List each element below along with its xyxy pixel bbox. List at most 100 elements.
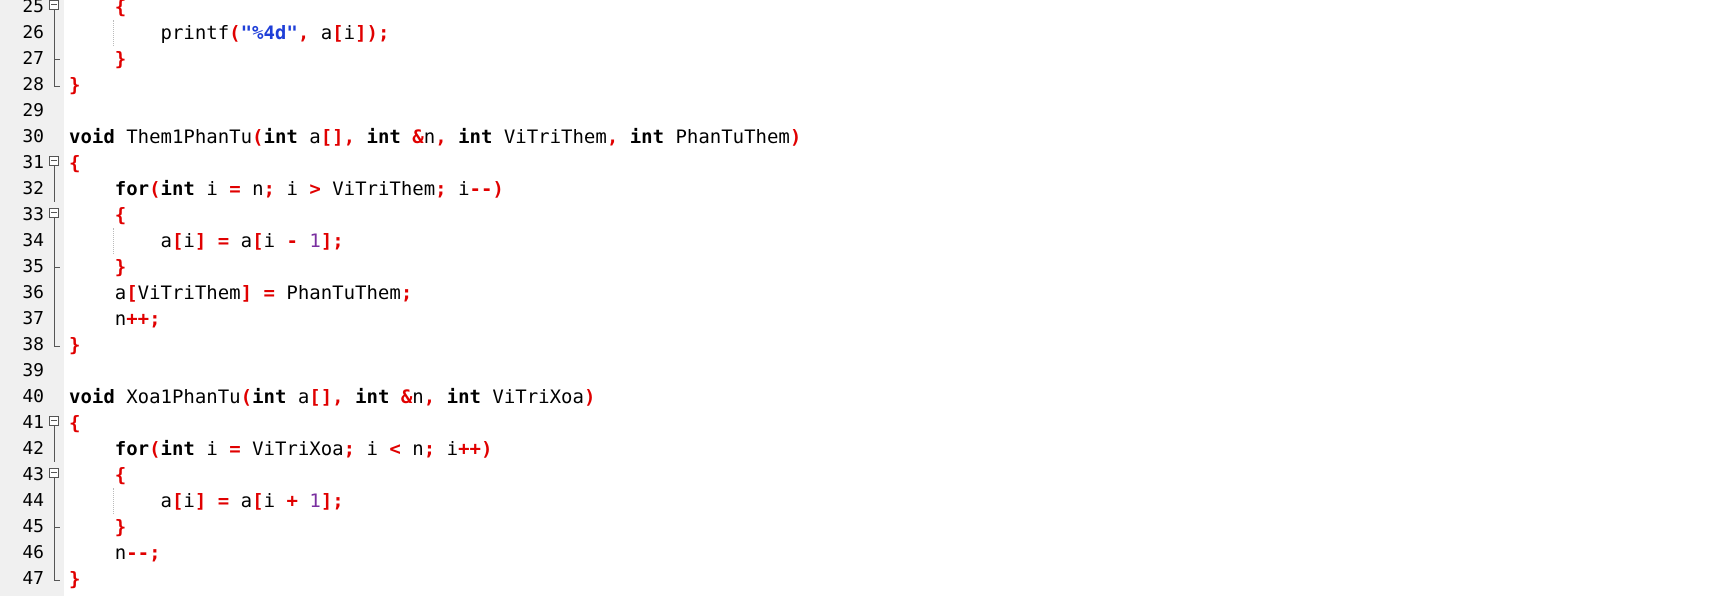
line-number: 42: [22, 438, 44, 459]
code-text[interactable]: {: [69, 202, 126, 228]
code-text[interactable]: {: [69, 462, 126, 488]
code-line[interactable]: 36 a[ViTriThem] = PhanTuThem;: [0, 280, 1721, 306]
fold-guide: [48, 358, 62, 384]
operator-token: [],: [320, 126, 356, 148]
identifier-token: i: [446, 178, 470, 200]
identifier-token: a: [229, 230, 253, 252]
operator-token: [],: [309, 386, 344, 408]
code-text[interactable]: }: [69, 46, 126, 72]
operator-token: &: [412, 126, 424, 148]
code-line[interactable]: 47}: [0, 566, 1721, 592]
code-line[interactable]: 38}: [0, 332, 1721, 358]
code-text[interactable]: printf("%4d", a[i]);: [69, 20, 390, 46]
operator-token: }: [114, 516, 127, 538]
code-text[interactable]: for(int i = ViTriXoa; i < n; i++): [69, 436, 493, 462]
fold-guide: [48, 436, 62, 462]
code-line[interactable]: 25 {: [0, 0, 1721, 20]
code-line[interactable]: 46 n--;: [0, 540, 1721, 566]
code-text[interactable]: a[i] = a[i - 1];: [69, 228, 344, 254]
code-line[interactable]: 29: [0, 98, 1721, 124]
operator-token: [: [332, 22, 344, 44]
operator-token: (: [149, 438, 161, 460]
identifier-token: a: [69, 230, 172, 252]
code-line[interactable]: 43 {: [0, 462, 1721, 488]
code-text[interactable]: }: [69, 514, 126, 540]
code-line[interactable]: 39: [0, 358, 1721, 384]
code-line[interactable]: 41 {: [0, 410, 1721, 436]
code-line[interactable]: 42 for(int i = ViTriXoa; i < n; i++): [0, 436, 1721, 462]
operator-token: [: [252, 490, 264, 512]
line-number: 37: [22, 308, 44, 329]
code-line[interactable]: 37 n++;: [0, 306, 1721, 332]
fold-toggle-icon[interactable]: [48, 0, 62, 20]
code-line[interactable]: 34 a[i] = a[i - 1];: [0, 228, 1721, 254]
operator-token: =: [263, 282, 275, 304]
line-number: 31: [22, 152, 44, 173]
keyword-token: int: [252, 386, 287, 408]
keyword-token: int: [446, 386, 481, 408]
code-text[interactable]: void Xoa1PhanTu(int a[], int &n, int ViT…: [69, 384, 595, 410]
code-text[interactable]: n--;: [69, 540, 161, 566]
code-text[interactable]: for(int i = n; i > ViTriThem; i--): [69, 176, 504, 202]
fold-toggle-icon[interactable]: [48, 410, 62, 436]
fold-guide: [48, 280, 62, 306]
code-line[interactable]: 44 a[i] = a[i + 1];: [0, 488, 1721, 514]
code-line[interactable]: 28}: [0, 72, 1721, 98]
identifier-token: n: [423, 126, 436, 148]
operator-token: {: [114, 204, 127, 226]
operator-token: [: [126, 282, 138, 304]
fold-toggle-icon[interactable]: [48, 202, 62, 228]
code-text[interactable]: }: [69, 72, 80, 98]
operator-token: ]: [194, 230, 207, 252]
fold-guide: [48, 384, 62, 410]
code-text[interactable]: void Them1PhanTu(int a[], int &n, int Vi…: [69, 124, 801, 150]
operator-token: {: [69, 152, 81, 174]
indent-guide: [113, 20, 114, 46]
code-text[interactable]: {: [69, 0, 126, 20]
operator-token: <: [389, 438, 401, 460]
code-line[interactable]: 32 for(int i = n; i > ViTriThem; i--): [0, 176, 1721, 202]
code-line[interactable]: 40 void Xoa1PhanTu(int a[], int &n, int V…: [0, 384, 1721, 410]
keyword-token: int: [366, 126, 401, 148]
code-editor[interactable]: 25 {26 printf("%4d", a[i]); 27 } 28} 29 30 vo…: [0, 0, 1721, 596]
fold-toggle-icon[interactable]: [48, 150, 62, 176]
code-line[interactable]: 26 printf("%4d", a[i]);: [0, 20, 1721, 46]
identifier-token: ViTriXoa: [480, 386, 584, 408]
keyword-token: void: [69, 386, 115, 408]
identifier-token: n: [240, 178, 264, 200]
code-line[interactable]: 33 {: [0, 202, 1721, 228]
line-number: 46: [22, 542, 44, 563]
code-line[interactable]: 31 {: [0, 150, 1721, 176]
code-text[interactable]: a[ViTriThem] = PhanTuThem;: [69, 280, 413, 306]
code-line[interactable]: 35 }: [0, 254, 1721, 280]
operator-token: ]: [240, 282, 253, 304]
code-text[interactable]: }: [69, 332, 80, 358]
code-line[interactable]: 27 }: [0, 46, 1721, 72]
code-text[interactable]: a[i] = a[i + 1];: [69, 488, 344, 514]
fold-toggle-icon[interactable]: [48, 462, 62, 488]
identifier-token: [69, 464, 115, 486]
operator-token: =: [229, 438, 241, 460]
code-line[interactable]: 30 void Them1PhanTu(int a[], int &n, int …: [0, 124, 1721, 150]
code-text[interactable]: }: [69, 566, 80, 592]
operator-token: +: [286, 490, 298, 512]
line-number: 40: [22, 386, 44, 407]
line-number: 27: [22, 48, 44, 69]
code-text[interactable]: n++;: [69, 306, 161, 332]
identifier-token: [618, 126, 629, 148]
operator-token: ;: [400, 282, 413, 304]
code-text[interactable]: {: [69, 410, 80, 436]
operator-token: ;: [435, 178, 447, 200]
identifier-token: PhanTuThem: [664, 126, 790, 148]
code-text[interactable]: {: [69, 150, 80, 176]
operator-token: -: [286, 230, 298, 252]
code-text[interactable]: }: [69, 254, 126, 280]
code-line[interactable]: 45 }: [0, 514, 1721, 540]
fold-guide: [48, 124, 62, 150]
operator-token: ,: [606, 126, 619, 148]
operator-token: >: [309, 178, 321, 200]
identifier-token: i: [435, 438, 459, 460]
operator-token: --): [469, 178, 504, 200]
identifier-token: [344, 386, 355, 408]
identifier-token: a: [297, 126, 321, 148]
